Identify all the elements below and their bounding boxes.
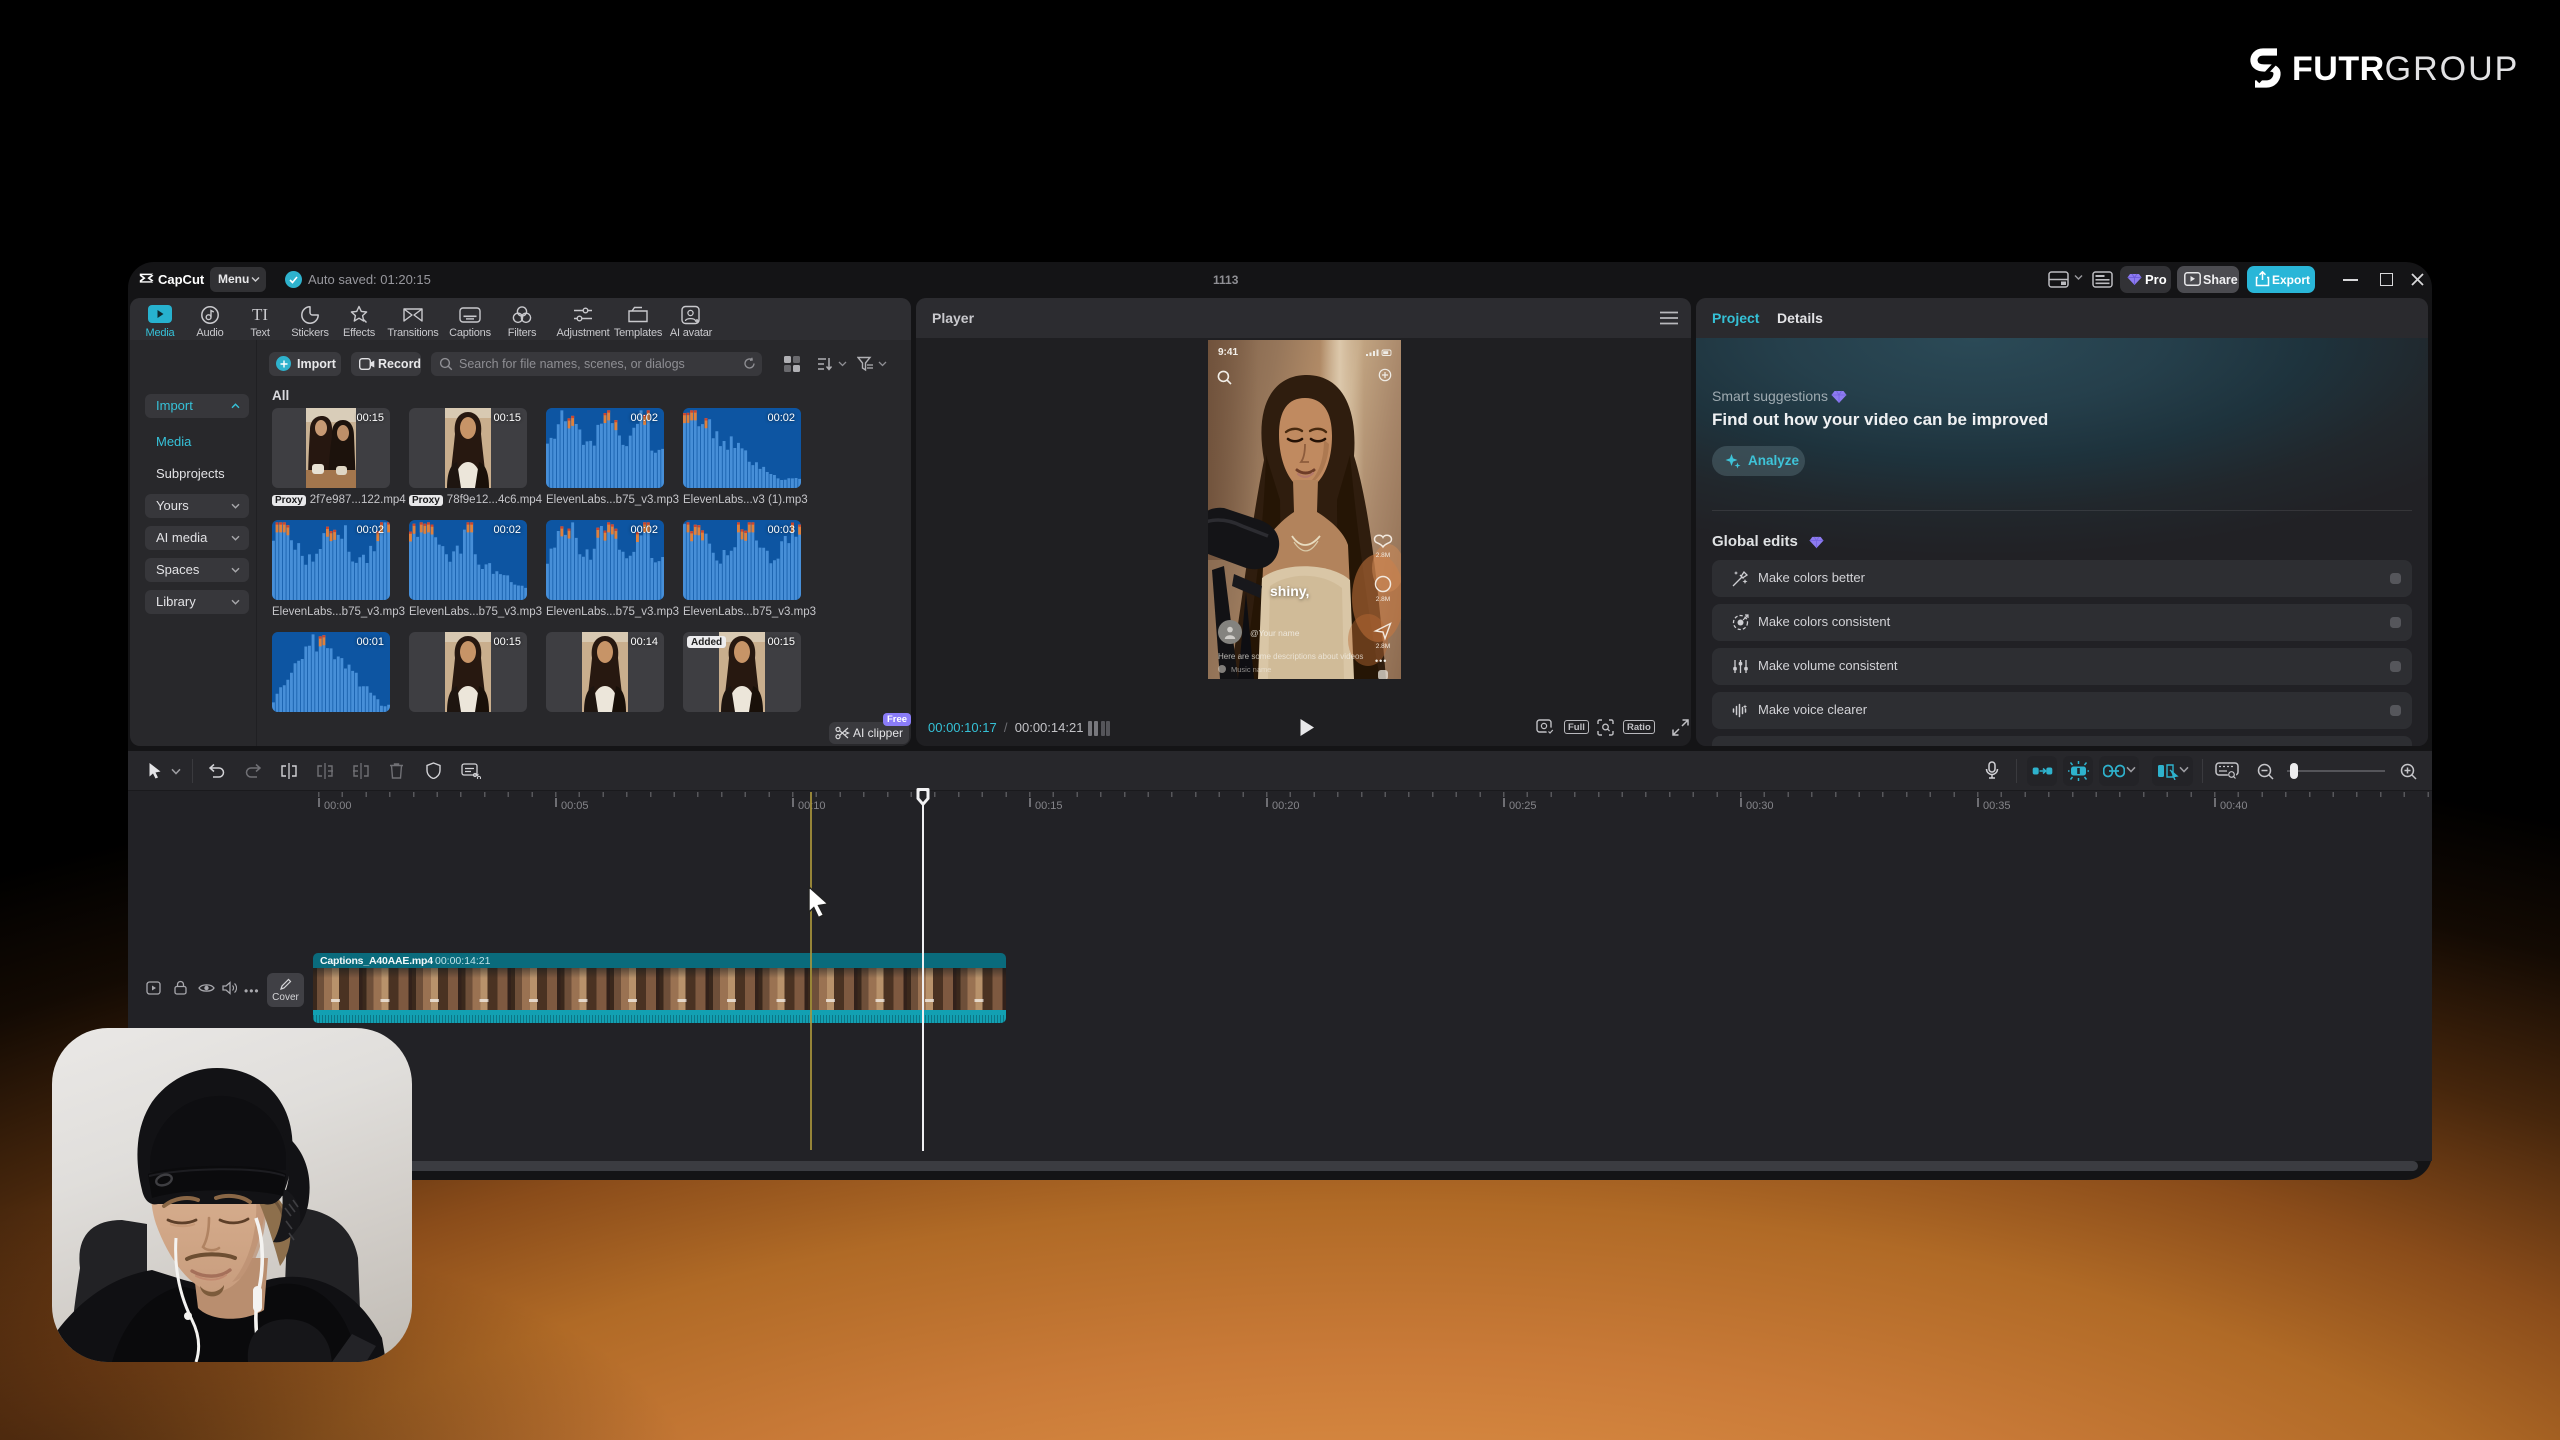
svg-text:TI: TI [252,305,268,324]
svg-text:2.8M: 2.8M [1376,552,1390,559]
svg-text:2.8M: 2.8M [1376,643,1390,650]
svg-text:2.8M: 2.8M [1376,596,1390,603]
